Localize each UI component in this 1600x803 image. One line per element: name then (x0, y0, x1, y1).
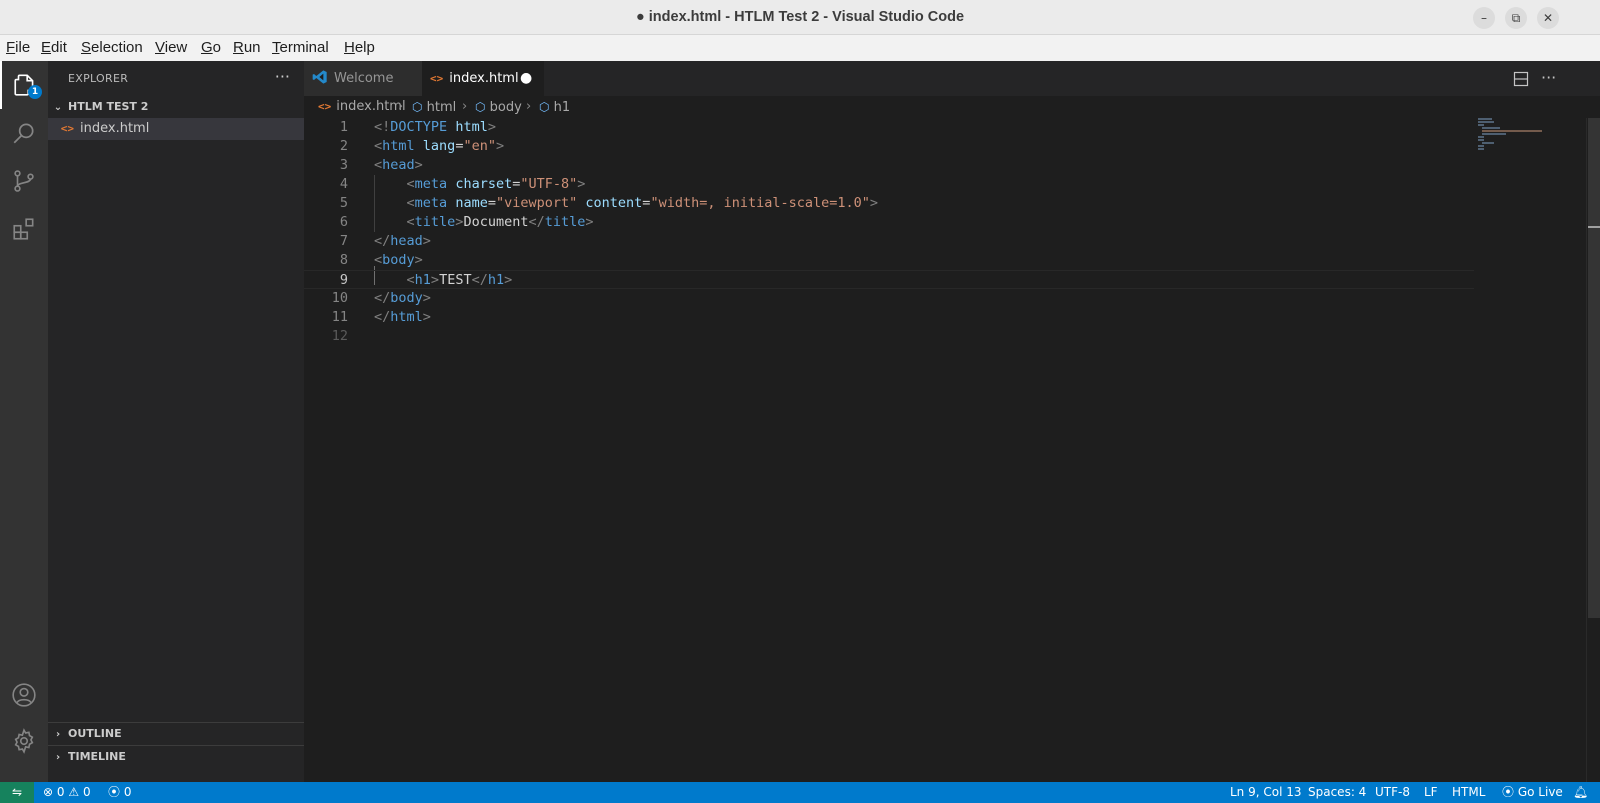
bell-icon[interactable]: 🔔︎ (1573, 782, 1588, 803)
split-editor-icon[interactable] (1513, 71, 1529, 87)
broadcast-icon: ⦿ (108, 785, 121, 799)
symbol-element-icon: ⬡ (539, 100, 550, 114)
menu-run[interactable]: Run (233, 35, 261, 61)
code-line: 12 (331, 328, 348, 344)
code-line: 6 <title>Document</title> (339, 214, 594, 230)
explorer-badge: 1 (28, 85, 42, 99)
warning-icon: ⚠ (68, 785, 80, 799)
unsaved-dot-icon[interactable]: ● (520, 61, 532, 96)
breadcrumb-h1[interactable]: ⬡ h1 (539, 96, 570, 119)
minimize-button[interactable]: – (1473, 7, 1495, 29)
breadcrumb-body[interactable]: ⬡ body (475, 96, 522, 119)
code-line: 2 <html lang="en"> (339, 138, 505, 154)
code-editor[interactable]: 1 <!DOCTYPE html> 2 <html lang="en"> 3 <hea… (304, 118, 1600, 782)
breadcrumb: <> index.html › ⬡ html › ⬡ body › ⬡ h1 (304, 96, 1600, 118)
cursor-position-marker (1588, 226, 1600, 228)
code-line: 4 <meta charset="UTF-8"> (339, 176, 586, 192)
cursor-position[interactable]: Ln 9, Col 13 (1230, 782, 1302, 803)
window-title: ● index.html - HTLM Test 2 - Visual Stud… (635, 9, 965, 25)
explorer-header: EXPLORER (68, 72, 129, 85)
language-mode[interactable]: HTML (1452, 782, 1485, 803)
close-button[interactable]: ✕ (1537, 7, 1559, 29)
problems-indicator[interactable]: ⊗ 0 ⚠ 0 (43, 782, 91, 803)
account-icon (12, 683, 36, 707)
title-bar: ● index.html - HTLM Test 2 - Visual Stud… (0, 0, 1600, 35)
explorer-more-button[interactable]: ··· (275, 61, 290, 96)
remote-indicator[interactable]: ⇋ (0, 782, 34, 803)
minimap[interactable] (1470, 118, 1550, 158)
code-line: 3 <head> (339, 157, 423, 173)
search-activity[interactable] (0, 109, 48, 157)
chevron-right-icon: › (398, 99, 404, 114)
tab-index-html[interactable]: <> index.html ● (422, 61, 544, 96)
menu-go[interactable]: Go (201, 35, 221, 61)
folder-name: HTLM TEST 2 (68, 100, 149, 113)
code-line: 5 <meta name="viewport" content="width=,… (339, 195, 879, 211)
remote-icon: ⇋ (11, 785, 23, 799)
source-control-icon (14, 170, 34, 192)
error-icon: ⊗ (43, 785, 54, 799)
timeline-section[interactable]: › TIMELINE (48, 745, 304, 768)
code-line: 8 <body> (339, 252, 423, 268)
indentation-setting[interactable]: Spaces: 4 (1308, 782, 1366, 803)
scrollbar-thumb[interactable] (1588, 118, 1600, 618)
more-actions-button[interactable]: ··· (1541, 61, 1556, 94)
ports-indicator[interactable]: ⦿ 0 (108, 782, 131, 803)
menu-view[interactable]: View (155, 35, 187, 61)
vscode-logo-icon (312, 70, 327, 84)
html-file-icon: <> (318, 100, 332, 113)
eol-setting[interactable]: LF (1424, 782, 1438, 803)
explorer-sidebar: EXPLORER ··· ⌄ HTLM TEST 2 <> index.html ›… (48, 61, 304, 782)
html-file-icon: <> (60, 122, 74, 135)
menu-edit[interactable]: Edit (41, 35, 67, 61)
code-line: 11 </html> (331, 309, 431, 325)
encoding-setting[interactable]: UTF-8 (1375, 782, 1410, 803)
broadcast-icon: ⦿ (1502, 785, 1515, 799)
editor-tab-bar: Welcome <> index.html ● ··· (304, 61, 1600, 96)
chevron-down-icon: ⌄ (53, 102, 63, 113)
gear-icon (14, 728, 34, 754)
timeline-label: TIMELINE (68, 750, 126, 763)
activity-bar: 1 (0, 61, 48, 782)
tab-welcome-label: Welcome (334, 71, 394, 86)
source-control-activity[interactable] (0, 157, 48, 205)
code-line: 1 <!DOCTYPE html> (339, 119, 496, 135)
menu-file[interactable]: File (6, 35, 30, 61)
extensions-activity[interactable] (0, 205, 48, 253)
search-icon (13, 123, 34, 144)
chevron-right-icon: › (55, 729, 61, 740)
breadcrumb-file[interactable]: <> index.html (318, 96, 406, 118)
breadcrumb-html[interactable]: ⬡ html (412, 96, 456, 119)
menu-bar: File Edit Selection View Go Run Terminal… (0, 35, 1600, 61)
account-activity[interactable] (0, 671, 48, 719)
menu-help[interactable]: Help (344, 35, 375, 61)
code-line: 7 </head> (339, 233, 431, 249)
menu-terminal[interactable]: Terminal (272, 35, 329, 61)
code-line: 10 </body> (331, 290, 431, 306)
go-live-button[interactable]: ⦿ Go Live (1502, 782, 1563, 803)
status-bar: ⇋ ⊗ 0 ⚠ 0 ⦿ 0 Ln 9, Col 13 Spaces: 4 UTF… (0, 782, 1600, 803)
outline-label: OUTLINE (68, 727, 122, 740)
code-line-current: 9 <h1>TEST</h1> (304, 270, 1474, 289)
html-file-icon: <> (430, 72, 444, 85)
symbol-element-icon: ⬡ (412, 100, 423, 114)
chevron-right-icon: › (55, 752, 61, 763)
explorer-activity[interactable]: 1 (0, 61, 48, 109)
folder-section[interactable]: ⌄ HTLM TEST 2 (48, 96, 304, 118)
file-item-index[interactable]: <> index.html (48, 118, 304, 140)
maximize-button[interactable]: ⧉ (1505, 7, 1527, 29)
extensions-icon (13, 218, 34, 240)
file-name: index.html (80, 121, 150, 136)
tab-welcome[interactable]: Welcome (304, 61, 422, 96)
outline-section[interactable]: › OUTLINE (48, 723, 304, 745)
tab-index-label: index.html (449, 71, 519, 86)
menu-selection[interactable]: Selection (81, 35, 143, 61)
symbol-element-icon: ⬡ (475, 100, 486, 114)
chevron-right-icon: › (462, 99, 468, 114)
manage-activity[interactable] (0, 717, 48, 765)
chevron-right-icon: › (526, 99, 532, 114)
